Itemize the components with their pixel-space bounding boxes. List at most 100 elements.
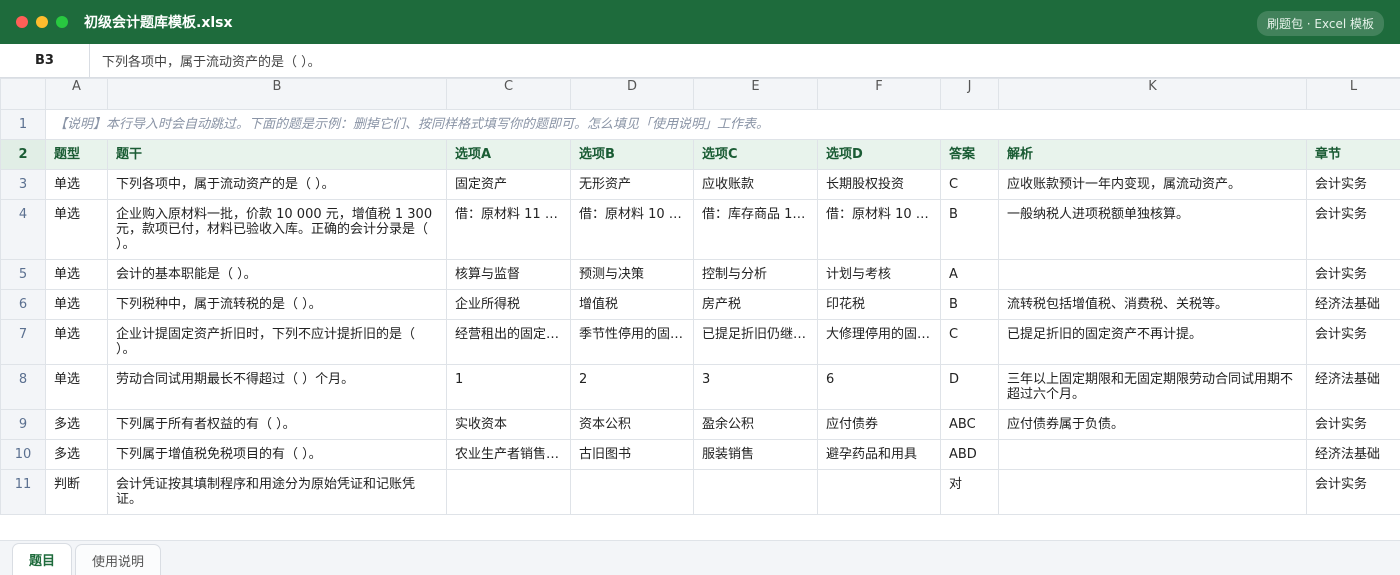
grid-cell[interactable]: 固定资产 bbox=[446, 169, 571, 200]
grid-cell[interactable]: 农业生产者销售… bbox=[446, 439, 571, 470]
grid-cell[interactable]: 盈余公积 bbox=[693, 409, 818, 440]
grid-cell[interactable]: 会计凭证按其填制程序和用途分为原始凭证和记账凭证。 bbox=[107, 469, 447, 515]
grid-cell[interactable]: 服装销售 bbox=[693, 439, 818, 470]
grid-cell[interactable] bbox=[998, 469, 1307, 515]
grid-cell[interactable]: 下列属于所有者权益的有（ ）。 bbox=[107, 409, 447, 440]
grid-cell[interactable]: 6 bbox=[817, 364, 941, 410]
grid-cell[interactable]: 会计实务 bbox=[1306, 319, 1400, 365]
column-header[interactable]: A bbox=[45, 78, 108, 110]
sheet-tab[interactable]: 题目 bbox=[12, 543, 73, 575]
grid-cell[interactable]: 增值税 bbox=[570, 289, 694, 320]
row-number[interactable]: 3 bbox=[0, 169, 46, 200]
grid-cell[interactable]: 实收资本 bbox=[446, 409, 571, 440]
grid-cell[interactable]: 多选 bbox=[45, 409, 108, 440]
formula-input[interactable]: 下列各项中，属于流动资产的是（ ）。 bbox=[90, 44, 1400, 77]
grid-cell[interactable]: ABC bbox=[940, 409, 999, 440]
grid-cell[interactable]: 会计的基本职能是（ ）。 bbox=[107, 259, 447, 290]
grid-cell[interactable]: 控制与分析 bbox=[693, 259, 818, 290]
grid-cell[interactable]: 企业购入原材料一批，价款 10 000 元，增值税 1 300 元，款项已付，材… bbox=[107, 199, 447, 260]
grid-cell[interactable]: 季节性停用的固… bbox=[570, 319, 694, 365]
column-header[interactable]: J bbox=[940, 78, 999, 110]
grid-cell[interactable]: 选项B bbox=[570, 139, 694, 170]
grid-cell[interactable]: 三年以上固定期限和无固定期限劳动合同试用期不超过六个月。 bbox=[998, 364, 1307, 410]
grid-cell[interactable]: 2 bbox=[570, 364, 694, 410]
grid-cell[interactable]: 借：原材料 11 3… bbox=[446, 199, 571, 260]
grid-cell[interactable]: C bbox=[940, 319, 999, 365]
grid-cell[interactable]: 选项C bbox=[693, 139, 818, 170]
grid-cell[interactable]: 经济法基础 bbox=[1306, 364, 1400, 410]
grid-cell[interactable]: 古旧图书 bbox=[570, 439, 694, 470]
row-number[interactable]: 6 bbox=[0, 289, 46, 320]
column-header[interactable]: C bbox=[446, 78, 571, 110]
grid-cell[interactable] bbox=[570, 469, 694, 515]
grid-cell[interactable]: 下列各项中，属于流动资产的是（ ）。 bbox=[107, 169, 447, 200]
close-window-button[interactable] bbox=[16, 16, 28, 28]
column-header[interactable]: E bbox=[693, 78, 818, 110]
grid-cell[interactable] bbox=[998, 259, 1307, 290]
note-cell[interactable]: 【说明】本行导入时会自动跳过。下面的题是示例：删掉它们、按同样格式填写你的题即可… bbox=[45, 109, 1400, 140]
row-number[interactable]: 7 bbox=[0, 319, 46, 365]
column-header[interactable]: L bbox=[1306, 78, 1400, 110]
grid-cell[interactable]: 劳动合同试用期最长不得超过（ ）个月。 bbox=[107, 364, 447, 410]
grid-cell[interactable] bbox=[817, 469, 941, 515]
grid-cell[interactable]: 1 bbox=[446, 364, 571, 410]
grid-cell[interactable]: ABD bbox=[940, 439, 999, 470]
grid-cell[interactable]: 流转税包括增值税、消费税、关税等。 bbox=[998, 289, 1307, 320]
grid-cell[interactable]: 单选 bbox=[45, 364, 108, 410]
grid-cell[interactable] bbox=[998, 439, 1307, 470]
select-all-corner[interactable] bbox=[0, 78, 46, 110]
grid-cell[interactable]: 题型 bbox=[45, 139, 108, 170]
grid-cell[interactable]: 会计实务 bbox=[1306, 169, 1400, 200]
grid-cell[interactable]: 借：原材料 10 … bbox=[817, 199, 941, 260]
grid-cell[interactable]: C bbox=[940, 169, 999, 200]
grid-cell[interactable]: 会计实务 bbox=[1306, 409, 1400, 440]
grid-cell[interactable]: 单选 bbox=[45, 289, 108, 320]
grid-cell[interactable]: 应收账款 bbox=[693, 169, 818, 200]
grid-cell[interactable]: 单选 bbox=[45, 259, 108, 290]
row-number[interactable]: 2 bbox=[0, 139, 46, 170]
grid-cell[interactable]: 对 bbox=[940, 469, 999, 515]
column-header[interactable]: D bbox=[570, 78, 694, 110]
grid-cell[interactable]: 核算与监督 bbox=[446, 259, 571, 290]
grid-cell[interactable]: 会计实务 bbox=[1306, 199, 1400, 260]
grid-cell[interactable]: 选项A bbox=[446, 139, 571, 170]
grid-cell[interactable]: 经济法基础 bbox=[1306, 289, 1400, 320]
column-header[interactable]: K bbox=[998, 78, 1307, 110]
grid-cell[interactable]: 会计实务 bbox=[1306, 469, 1400, 515]
grid-cell[interactable]: 应付债券 bbox=[817, 409, 941, 440]
grid-cell[interactable]: 计划与考核 bbox=[817, 259, 941, 290]
grid-cell[interactable]: 解析 bbox=[998, 139, 1307, 170]
row-number[interactable]: 5 bbox=[0, 259, 46, 290]
grid-cell[interactable]: 避孕药品和用具 bbox=[817, 439, 941, 470]
grid-cell[interactable]: 大修理停用的固… bbox=[817, 319, 941, 365]
grid-cell[interactable]: B bbox=[940, 199, 999, 260]
grid-cell[interactable]: 章节 bbox=[1306, 139, 1400, 170]
grid-cell[interactable]: 多选 bbox=[45, 439, 108, 470]
grid-cell[interactable]: 印花税 bbox=[817, 289, 941, 320]
grid-cell[interactable] bbox=[693, 469, 818, 515]
grid-cell[interactable]: 应收账款预计一年内变现，属流动资产。 bbox=[998, 169, 1307, 200]
column-header[interactable]: F bbox=[817, 78, 941, 110]
maximize-window-button[interactable] bbox=[56, 16, 68, 28]
row-number[interactable]: 9 bbox=[0, 409, 46, 440]
column-header[interactable]: B bbox=[107, 78, 447, 110]
grid-cell[interactable]: 长期股权投资 bbox=[817, 169, 941, 200]
row-number[interactable]: 4 bbox=[0, 199, 46, 260]
row-number[interactable]: 1 bbox=[0, 109, 46, 140]
grid-cell[interactable]: 单选 bbox=[45, 199, 108, 260]
grid-cell[interactable]: 会计实务 bbox=[1306, 259, 1400, 290]
grid-cell[interactable]: 题干 bbox=[107, 139, 447, 170]
grid-cell[interactable]: 无形资产 bbox=[570, 169, 694, 200]
grid-cell[interactable]: 下列税种中，属于流转税的是（ ）。 bbox=[107, 289, 447, 320]
grid-cell[interactable]: 借：原材料 10 … bbox=[570, 199, 694, 260]
grid-cell[interactable]: 已提足折旧的固定资产不再计提。 bbox=[998, 319, 1307, 365]
grid-cell[interactable]: 单选 bbox=[45, 319, 108, 365]
sheet-tab[interactable]: 使用说明 bbox=[75, 544, 162, 575]
minimize-window-button[interactable] bbox=[36, 16, 48, 28]
grid-cell[interactable]: 已提足折旧仍继… bbox=[693, 319, 818, 365]
grid-cell[interactable] bbox=[446, 469, 571, 515]
grid-cell[interactable]: 企业所得税 bbox=[446, 289, 571, 320]
grid-cell[interactable]: D bbox=[940, 364, 999, 410]
grid-cell[interactable]: 应付债券属于负债。 bbox=[998, 409, 1307, 440]
row-number[interactable]: 11 bbox=[0, 469, 46, 515]
